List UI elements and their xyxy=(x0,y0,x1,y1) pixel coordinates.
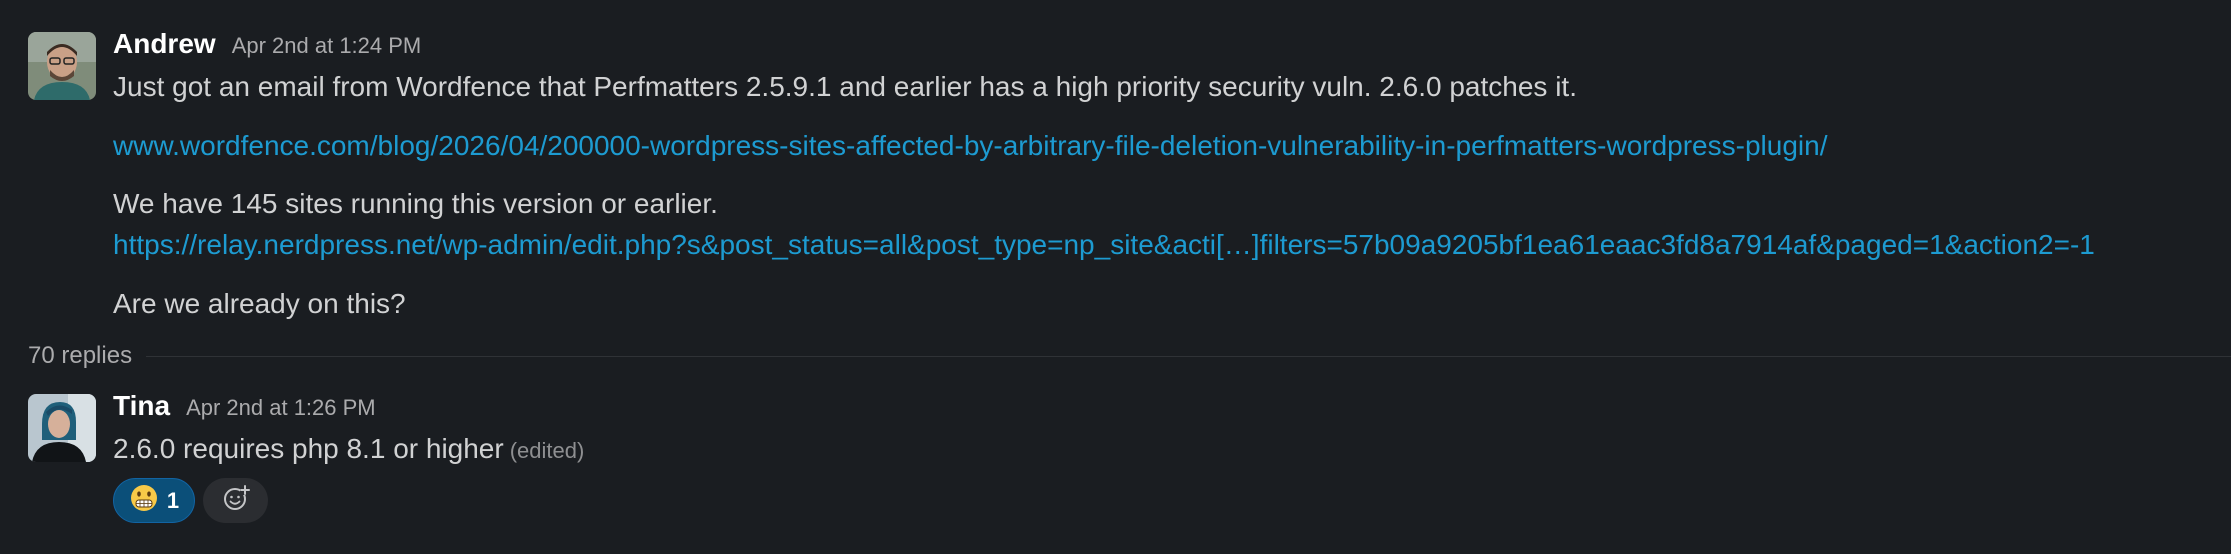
message-text: We have 145 sites running this version o… xyxy=(113,188,718,219)
grimacing-face-emoji-icon xyxy=(129,483,159,518)
message-header: Andrew Apr 2nd at 1:24 PM xyxy=(113,28,421,60)
andrew-avatar[interactable] xyxy=(28,32,96,100)
message-timestamp[interactable]: Apr 2nd at 1:26 PM xyxy=(186,395,376,421)
message-text: 2.6.0 requires php 8.1 or higher (edited) xyxy=(113,433,584,465)
message-text: Just got an email from Wordfence that Pe… xyxy=(113,71,1577,102)
author-name[interactable]: Tina xyxy=(113,390,170,422)
edited-label: (edited) xyxy=(509,438,585,463)
divider xyxy=(146,355,2231,357)
message-link: www.wordfence.com/blog/2026/04/200000-wo… xyxy=(113,130,1827,162)
message-header: Tina Apr 2nd at 1:26 PM xyxy=(113,390,376,422)
thread-replies-row: 70 replies xyxy=(28,342,2231,370)
replies-count[interactable]: 70 replies xyxy=(28,342,132,370)
add-reaction-button[interactable] xyxy=(203,478,268,523)
message-timestamp[interactable]: Apr 2nd at 1:24 PM xyxy=(232,33,422,59)
tina-avatar[interactable] xyxy=(28,394,96,462)
message-link: https://relay.nerdpress.net/wp-admin/edi… xyxy=(113,229,2095,261)
message-text: Are we already on this? xyxy=(113,288,406,319)
reaction-pill[interactable]: 1 xyxy=(113,478,195,523)
relay-admin-link[interactable]: https://relay.nerdpress.net/wp-admin/edi… xyxy=(113,229,2095,260)
message-body: 2.6.0 requires php 8.1 or higher xyxy=(113,433,504,464)
reaction-count: 1 xyxy=(166,487,180,513)
wordfence-link[interactable]: www.wordfence.com/blog/2026/04/200000-wo… xyxy=(113,130,1827,161)
add-reaction-icon xyxy=(221,483,251,518)
author-name[interactable]: Andrew xyxy=(113,28,216,60)
